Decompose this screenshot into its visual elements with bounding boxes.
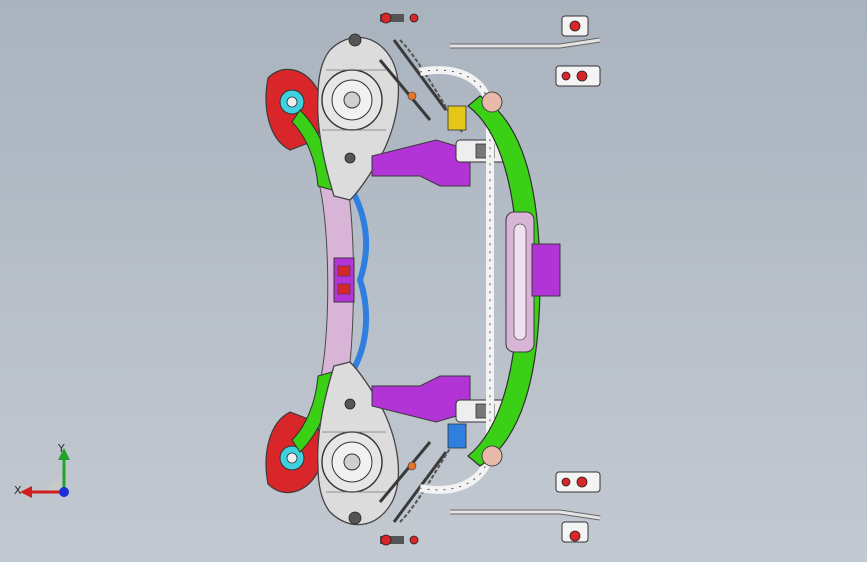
suspension-subframe-model[interactable] [0,0,867,562]
bushing-bottom [481,445,503,467]
coordinate-triad: X Y [8,440,80,512]
crossmember[interactable] [317,177,370,393]
yellow-clip-upper [447,105,467,131]
bushing-top [481,91,503,113]
cad-viewport[interactable]: X Y [0,0,867,562]
y-axis-label: Y [58,442,65,455]
blue-clip-lower [447,423,467,449]
axis-triad-icon [20,448,70,498]
x-axis-label: X [14,484,22,497]
